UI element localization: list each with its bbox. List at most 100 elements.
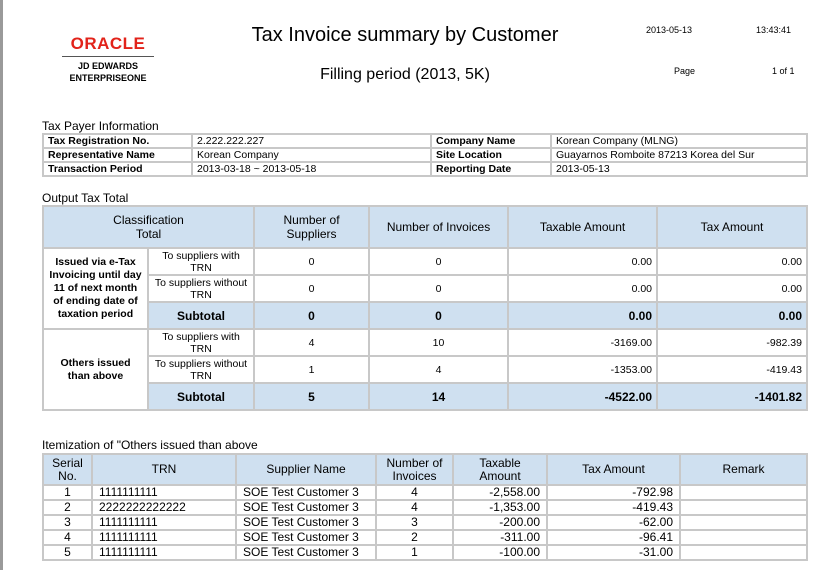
taxpayer-section-title: Tax Payer Information bbox=[42, 119, 159, 133]
report-subtitle: Filling period (2013, 5K) bbox=[320, 66, 490, 83]
itemization-cell: SOE Test Customer 3 bbox=[235, 529, 377, 546]
window-edge bbox=[0, 0, 3, 570]
itemization-cell: SOE Test Customer 3 bbox=[235, 544, 377, 561]
itemization-row: 2 2222222222222 SOE Test Customer 3 4 -1,353… bbox=[42, 499, 808, 516]
itemization-cell: -96.41 bbox=[546, 529, 681, 546]
subtotal-label: Subtotal bbox=[146, 301, 256, 330]
subtotal-tax: 0.00 bbox=[656, 301, 808, 330]
supplier-type: To suppliers without TRN bbox=[146, 355, 256, 384]
itemization-row: 5 1111111111 SOE Test Customer 3 1 -100.00 -3… bbox=[42, 544, 808, 561]
subtotal-row: Subtotal 5 14 -4522.00 -1401.82 bbox=[43, 382, 808, 411]
itemization-cell bbox=[679, 514, 808, 531]
itemization-cell: 3 bbox=[42, 514, 93, 531]
subtotal-invoices: 14 bbox=[368, 382, 510, 411]
output-tax-table: Classification Total Number of Suppliers … bbox=[41, 205, 808, 411]
report-date: 2013-05-13 bbox=[646, 25, 693, 35]
itemization-cell bbox=[679, 499, 808, 516]
itemization-row: 1 1111111111 SOE Test Customer 3 4 -2,558.00… bbox=[42, 484, 808, 501]
taxpayer-row: Transaction Period 2013-03-18 ~ 2013-05-1… bbox=[42, 161, 808, 177]
invoices-count: 0 bbox=[368, 274, 510, 303]
itemization-cell: 5 bbox=[42, 544, 93, 561]
itemization-cell: -419.43 bbox=[546, 499, 681, 516]
field-value: Korean Company bbox=[191, 147, 432, 163]
tax-amount: -982.39 bbox=[656, 328, 808, 357]
suppliers-count: 4 bbox=[253, 328, 371, 357]
page-label: Page bbox=[674, 66, 696, 76]
output-section-title: Output Tax Total bbox=[42, 191, 129, 205]
subtotal-label: Subtotal bbox=[146, 382, 256, 411]
column-header: Supplier Name bbox=[235, 453, 377, 486]
itemization-row: 3 1111111111 SOE Test Customer 3 3 -200.00 -6… bbox=[42, 514, 808, 531]
itemization-cell: -200.00 bbox=[452, 514, 548, 531]
field-label: Representative Name bbox=[42, 147, 193, 163]
itemization-cell: 2 bbox=[375, 529, 454, 546]
field-label: Tax Registration No. bbox=[42, 133, 193, 149]
field-value: 2013-05-13 bbox=[550, 161, 808, 177]
column-header: Taxable Amount bbox=[452, 453, 548, 486]
itemization-cell: SOE Test Customer 3 bbox=[235, 514, 377, 531]
itemization-cell: -31.00 bbox=[546, 544, 681, 561]
subtotal-row: Subtotal 0 0 0.00 0.00 bbox=[43, 301, 808, 330]
taxable-amount: 0.00 bbox=[507, 247, 659, 276]
itemization-cell: 1111111111 bbox=[91, 544, 237, 561]
invoices-header: Number of Invoices bbox=[368, 205, 510, 249]
supplier-type: To suppliers without TRN bbox=[146, 274, 256, 303]
itemization-cell: -62.00 bbox=[546, 514, 681, 531]
group-label: Issued via e-Tax Invoicing until day 11 … bbox=[42, 247, 149, 330]
itemization-cell: 2 bbox=[42, 499, 93, 516]
itemization-cell: 1 bbox=[42, 484, 93, 501]
report-time: 13:43:41 bbox=[756, 25, 792, 35]
subtotal-suppliers: 5 bbox=[253, 382, 371, 411]
itemization-cell: 1111111111 bbox=[91, 484, 237, 501]
itemization-cell: 4 bbox=[42, 529, 93, 546]
suppliers-count: 1 bbox=[253, 355, 371, 384]
suppliers-count: 0 bbox=[253, 274, 371, 303]
invoices-count: 0 bbox=[368, 247, 510, 276]
tax-amount: -419.43 bbox=[656, 355, 808, 384]
field-label: Transaction Period bbox=[42, 161, 193, 177]
itemization-cell: 2222222222222 bbox=[91, 499, 237, 516]
report-title: Tax Invoice summary by Customer bbox=[251, 24, 559, 46]
itemization-cell: -311.00 bbox=[452, 529, 548, 546]
itemization-cell: 1 bbox=[375, 544, 454, 561]
itemization-cell: SOE Test Customer 3 bbox=[235, 499, 377, 516]
logo-line1: JD EDWARDS bbox=[77, 61, 138, 71]
itemization-cell bbox=[679, 529, 808, 546]
field-value: Guayarnos Romboite 87213 Korea del Sur bbox=[550, 147, 808, 163]
taxable-amount: -3169.00 bbox=[507, 328, 659, 357]
subtotal-invoices: 0 bbox=[368, 301, 510, 330]
tax-amount: 0.00 bbox=[656, 247, 808, 276]
output-row: To suppliers without TRN 0 0 0.00 0.00 bbox=[43, 274, 808, 303]
itemization-cell: -100.00 bbox=[452, 544, 548, 561]
field-label: Reporting Date bbox=[430, 161, 552, 177]
subtotal-suppliers: 0 bbox=[253, 301, 371, 330]
itemization-cell bbox=[679, 484, 808, 501]
output-row: Issued via e-Tax Invoicing until day 11 … bbox=[42, 247, 808, 330]
field-value: 2.222.222.227 bbox=[191, 133, 432, 149]
classification-label: Classification bbox=[113, 213, 184, 227]
itemization-cell: 1111111111 bbox=[91, 514, 237, 531]
column-header: Serial No. bbox=[42, 453, 93, 486]
itemization-table: Serial No. TRN Supplier Name Number of Invo… bbox=[42, 453, 808, 561]
itemization-section-title: Itemization of "Others issued than above bbox=[42, 438, 258, 452]
itemization-cell: -792.98 bbox=[546, 484, 681, 501]
page-number: 1 of 1 bbox=[772, 66, 795, 76]
taxpayer-row: Representative Name Korean Company Site Lo… bbox=[42, 147, 808, 163]
output-row: To suppliers without TRN 1 4 -1353.00 -419.4… bbox=[43, 355, 808, 384]
taxable-amount: 0.00 bbox=[507, 274, 659, 303]
field-label: Site Location bbox=[430, 147, 552, 163]
itemization-cell: 3 bbox=[375, 514, 454, 531]
group-label: Others issued than above bbox=[42, 328, 149, 411]
subtotal-taxable: 0.00 bbox=[507, 301, 659, 330]
classification-header: Classification Total bbox=[41, 205, 256, 249]
field-label: Company Name bbox=[430, 133, 552, 149]
itemization-cell: -2,558.00 bbox=[452, 484, 548, 501]
field-value: Korean Company (MLNG) bbox=[550, 133, 808, 149]
itemization-cell: 4 bbox=[375, 484, 454, 501]
column-header: Remark bbox=[679, 453, 808, 486]
tax-header: Tax Amount bbox=[656, 205, 808, 249]
itemization-cell: 1111111111 bbox=[91, 529, 237, 546]
tax-amount: 0.00 bbox=[656, 274, 808, 303]
subtotal-tax: -1401.82 bbox=[656, 382, 808, 411]
logo-line2: ENTERPRISEONE bbox=[69, 73, 147, 83]
